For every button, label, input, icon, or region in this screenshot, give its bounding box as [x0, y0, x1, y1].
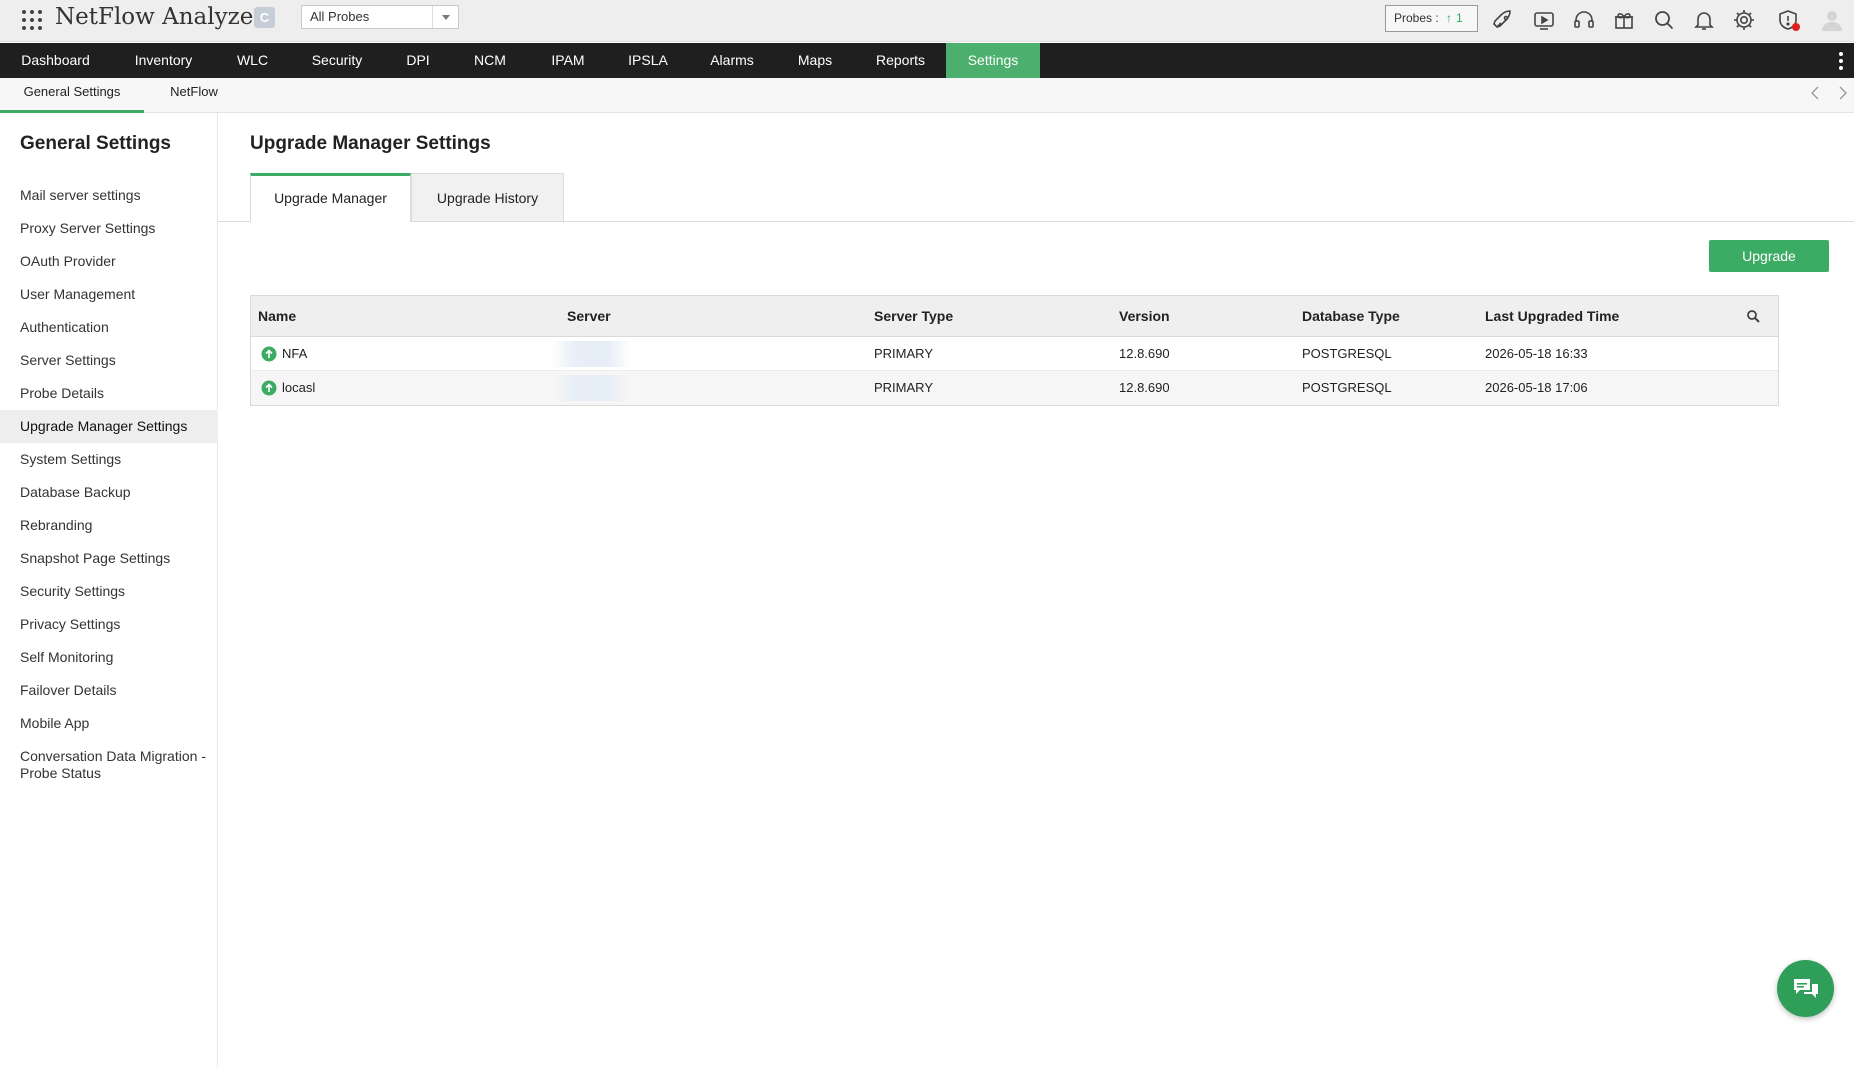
- chat-button[interactable]: [1777, 960, 1834, 1017]
- cell-database-type: POSTGRESQL: [1302, 346, 1392, 361]
- table-row[interactable]: NFA PRIMARY 12.8.690 POSTGRESQL 2026-05-…: [251, 337, 1778, 371]
- nav-settings[interactable]: Settings: [946, 43, 1040, 78]
- chat-icon: [1794, 979, 1818, 998]
- sidebar-item-snapshot-page[interactable]: Snapshot Page Settings: [0, 542, 218, 575]
- sidebar-item-privacy-settings[interactable]: Privacy Settings: [0, 608, 218, 641]
- sidebar-item-rebranding[interactable]: Rebranding: [0, 509, 218, 542]
- shield-alert-icon[interactable]: [1776, 8, 1800, 32]
- nav-wlc[interactable]: WLC: [216, 43, 289, 78]
- sidebar-item-database-backup[interactable]: Database Backup: [0, 476, 218, 509]
- upgrade-table: Name Server Server Type Version Database…: [250, 295, 1779, 406]
- sidebar-title: General Settings: [20, 133, 171, 154]
- nav-inventory[interactable]: Inventory: [111, 43, 216, 78]
- sidebar-item-proxy-server[interactable]: Proxy Server Settings: [0, 212, 218, 245]
- column-header-server[interactable]: Server: [567, 296, 611, 336]
- scroll-left-icon[interactable]: [1808, 85, 1824, 101]
- probe-select[interactable]: All Probes: [301, 5, 459, 29]
- sidebar-item-server-settings[interactable]: Server Settings: [0, 344, 218, 377]
- probes-label: Probes :: [1394, 11, 1439, 25]
- tab-upgrade-manager[interactable]: Upgrade Manager: [250, 173, 411, 222]
- column-header-name[interactable]: Name: [258, 296, 296, 336]
- alert-dot: [1792, 23, 1800, 31]
- scroll-right-icon[interactable]: [1834, 85, 1850, 101]
- sidebar-item-user-management[interactable]: User Management: [0, 278, 218, 311]
- sidebar-item-oauth-provider[interactable]: OAuth Provider: [0, 245, 218, 278]
- cell-version: 12.8.690: [1119, 346, 1170, 361]
- nav-ipam[interactable]: IPAM: [529, 43, 607, 78]
- status-up-icon: [261, 380, 277, 396]
- upgrade-button[interactable]: Upgrade: [1709, 240, 1829, 272]
- more-menu-icon[interactable]: [1838, 52, 1844, 70]
- sidebar-item-mail-server[interactable]: Mail server settings: [0, 179, 218, 212]
- tab-upgrade-history[interactable]: Upgrade History: [411, 173, 564, 222]
- edition-badge: C: [254, 7, 275, 28]
- nav-security[interactable]: Security: [289, 43, 385, 78]
- page-title: Upgrade Manager Settings: [250, 133, 491, 154]
- cell-server-redacted: [551, 375, 631, 401]
- sidebar-item-failover-details[interactable]: Failover Details: [0, 674, 218, 707]
- arrow-up-icon: ↑: [1446, 11, 1453, 25]
- status-up-icon: [261, 346, 277, 362]
- column-header-version[interactable]: Version: [1119, 296, 1170, 336]
- sidebar-item-system-settings[interactable]: System Settings: [0, 443, 218, 476]
- sidebar-item-probe-details[interactable]: Probe Details: [0, 377, 218, 410]
- nav-reports[interactable]: Reports: [855, 43, 946, 78]
- subnav-netflow[interactable]: NetFlow: [144, 78, 244, 113]
- table-search-icon[interactable]: [1746, 309, 1760, 323]
- probes-status-badge[interactable]: Probes : ↑ 1: [1385, 5, 1478, 32]
- cell-server-type: PRIMARY: [874, 380, 933, 395]
- nav-alarms[interactable]: Alarms: [689, 43, 775, 78]
- cell-database-type: POSTGRESQL: [1302, 380, 1392, 395]
- chevron-down-icon: [432, 6, 458, 28]
- user-avatar-icon[interactable]: [1820, 8, 1844, 32]
- table-row[interactable]: locasl PRIMARY 12.8.690 POSTGRESQL 2026-…: [251, 371, 1778, 405]
- cell-name: NFA: [282, 346, 308, 361]
- nav-dashboard[interactable]: Dashboard: [0, 43, 111, 78]
- headset-icon[interactable]: [1572, 8, 1596, 32]
- nav-ipsla[interactable]: IPSLA: [607, 43, 689, 78]
- app-title: NetFlow Analyzer: [55, 4, 265, 30]
- bell-icon[interactable]: [1692, 8, 1716, 32]
- column-header-database-type[interactable]: Database Type: [1302, 296, 1400, 336]
- rocket-icon[interactable]: [1492, 8, 1516, 32]
- sidebar-item-authentication[interactable]: Authentication: [0, 311, 218, 344]
- cell-server-redacted: [551, 341, 631, 367]
- subnav-general-settings[interactable]: General Settings: [0, 78, 144, 113]
- sidebar-item-self-monitoring[interactable]: Self Monitoring: [0, 641, 218, 674]
- app-grid-icon[interactable]: [20, 8, 44, 32]
- nav-ncm[interactable]: NCM: [451, 43, 529, 78]
- search-icon[interactable]: [1652, 8, 1676, 32]
- cell-version: 12.8.690: [1119, 380, 1170, 395]
- nav-maps[interactable]: Maps: [775, 43, 855, 78]
- sidebar-item-upgrade-manager[interactable]: Upgrade Manager Settings: [0, 410, 218, 443]
- main-content: Upgrade Manager Settings Upgrade Manager…: [218, 113, 1854, 1067]
- probes-count: 1: [1456, 11, 1463, 25]
- cell-last-upgraded: 2026-05-18 16:33: [1485, 346, 1588, 361]
- nav-dpi[interactable]: DPI: [385, 43, 451, 78]
- cell-last-upgraded: 2026-05-18 17:06: [1485, 380, 1588, 395]
- probe-select-value: All Probes: [310, 9, 370, 24]
- gear-icon[interactable]: [1732, 8, 1756, 32]
- cell-name: locasl: [282, 380, 316, 395]
- video-icon[interactable]: [1532, 8, 1556, 32]
- gift-icon[interactable]: [1612, 8, 1636, 32]
- settings-sidebar: General Settings Mail server settings Pr…: [0, 113, 218, 1067]
- column-header-server-type[interactable]: Server Type: [874, 296, 953, 336]
- column-header-last-upgraded[interactable]: Last Upgraded Time: [1485, 296, 1619, 336]
- main-nav: Dashboard Inventory WLC Security DPI NCM…: [0, 43, 1854, 78]
- cell-server-type: PRIMARY: [874, 346, 933, 361]
- sidebar-item-conversation-migration[interactable]: Conversation Data Migration - Probe Stat…: [0, 748, 210, 788]
- sidebar-item-security-settings[interactable]: Security Settings: [0, 575, 218, 608]
- sidebar-item-mobile-app[interactable]: Mobile App: [0, 707, 218, 740]
- top-header: NetFlow Analyzer C All Probes Probes : ↑…: [0, 0, 1854, 42]
- table-header: Name Server Server Type Version Database…: [251, 296, 1778, 337]
- sub-nav: General Settings NetFlow: [0, 78, 1854, 113]
